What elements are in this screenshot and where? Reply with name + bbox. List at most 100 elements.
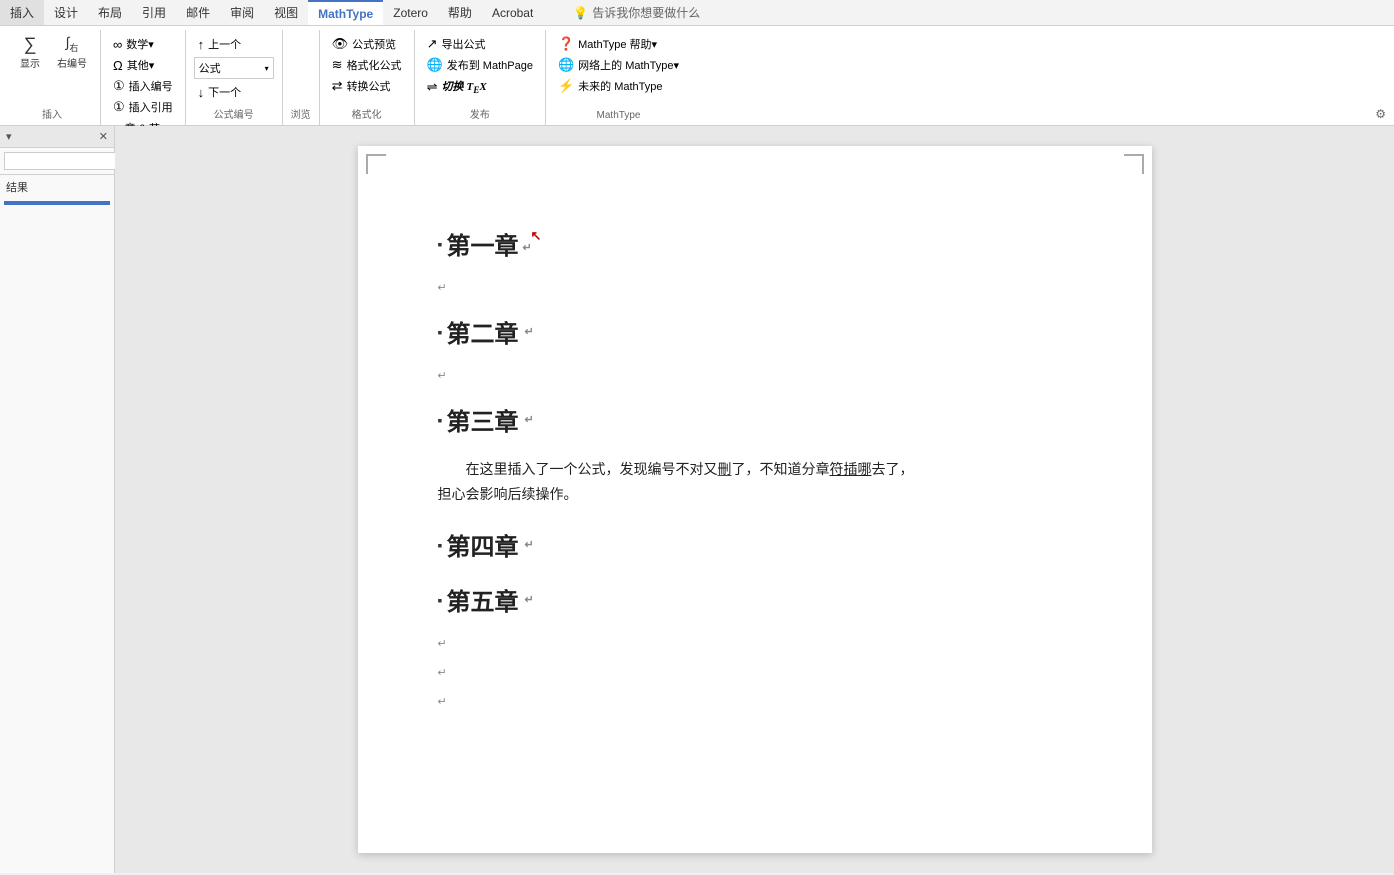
chapter-3-para-mark: ↵ (524, 413, 533, 426)
menu-acrobat[interactable]: Acrobat (482, 0, 543, 25)
other-label: 其他▾ (127, 57, 155, 73)
insert-num-button[interactable]: ① 插入编号 (109, 76, 177, 96)
up-arrow-icon: ↑ (198, 37, 205, 52)
chapter-3-body-text-2: 了，不知道分章 (732, 461, 830, 477)
panel-header-icons: ▾ (6, 130, 12, 143)
formula-dropdown[interactable]: 公式 ▾ (194, 57, 274, 79)
format-icon: ≋ (332, 57, 343, 73)
menu-view[interactable]: 视图 (264, 0, 308, 25)
chapter-1-para-end: ↵ (438, 281, 1072, 294)
menu-review[interactable]: 审阅 (220, 0, 264, 25)
ribbon-col-symbol: ∞ 数学▾ Ω 其他▾ ① 插入编号 ① 插入引用 ≡ 章 & 节▾ (109, 32, 177, 138)
chapter-2-para-end: ↵ (438, 369, 1072, 382)
menu-layout[interactable]: 布局 (88, 0, 132, 25)
display-button[interactable]: ∑ 显示 (12, 32, 48, 73)
ribbon-col-mathtype: ❓ MathType 帮助▾ 🌐 网络上的 MathType▾ ⚡ 未来的 Ma… (554, 32, 683, 96)
math-button[interactable]: ∞ 数学▾ (109, 34, 177, 54)
chapter-3-body: 在这里插入了一个公式，发现编号不对又刪了，不知道分章符插哪去了， 担心会影响后续… (438, 457, 1072, 507)
ribbon-group-format-label: 格式化 (328, 103, 406, 125)
panel-close-icon[interactable]: ✕ (99, 130, 108, 143)
ribbon-group-symbol-content: ∞ 数学▾ Ω 其他▾ ① 插入编号 ① 插入引用 ≡ 章 & 节▾ (109, 32, 177, 138)
format-formula-label: 格式化公式 (347, 57, 402, 73)
cursor-icon: ↖ (530, 228, 541, 244)
chapter-1-cursor-area: ↵ ↖ (522, 230, 531, 258)
chapter-3-heading: 第三章 ↵ (438, 402, 1072, 437)
insert-ref-button[interactable]: ① 插入引用 (109, 97, 177, 117)
convert-formula-label: 转换公式 (347, 78, 391, 94)
display-label: 显示 (20, 55, 40, 70)
ribbon-group-mathtype-label: MathType (554, 107, 683, 125)
online-mathtype-button[interactable]: 🌐 网络上的 MathType▾ (554, 55, 683, 75)
chapter-2-para-mark: ↵ (524, 325, 533, 338)
ribbon-group-formula-num-label: 公式编号 (194, 103, 274, 125)
insert-ref-icon: ① (113, 99, 125, 115)
next-button[interactable]: ↓ 下一个 (194, 82, 274, 102)
left-panel-header: ▾ ✕ (0, 126, 114, 148)
mathtype-help-button[interactable]: ❓ MathType 帮助▾ (554, 34, 683, 54)
formula-dropdown-wrapper: 公式 ▾ (194, 57, 274, 79)
ribbon-group-symbol: ∞ 数学▾ Ω 其他▾ ① 插入编号 ① 插入引用 ≡ 章 & 节▾ (101, 30, 186, 125)
switch-tex-label: 切换 TEX (441, 78, 486, 95)
page-corner-tr (1124, 154, 1144, 174)
ribbon-group-format-content: 👁 公式预览 ≋ 格式化公式 ⇄ 转换公式 (328, 32, 406, 103)
ribbon-group-publish-label: 发布 (423, 103, 537, 125)
ribbon-group-mathtype: ❓ MathType 帮助▾ 🌐 网络上的 MathType▾ ⚡ 未来的 Ma… (546, 30, 691, 125)
chapter-4-title: 第四章 (446, 527, 518, 562)
export-formula-label: 导出公式 (441, 36, 485, 52)
math-icon: ∞ (113, 37, 122, 52)
math-label: 数学▾ (126, 36, 154, 52)
other-button[interactable]: Ω 其他▾ (109, 55, 177, 75)
chapter-2-title: 第二章 (446, 314, 518, 349)
menu-zotero[interactable]: Zotero (383, 0, 438, 25)
eye-icon: 👁 (332, 36, 349, 52)
insert-num-label: 插入编号 (129, 78, 173, 94)
display-icon: ∑ (24, 35, 37, 53)
chapter-5-title: 第五章 (446, 582, 518, 617)
settings-icon[interactable]: ⚙ (1375, 107, 1386, 121)
chapter-3-body-text-3: 去了， (872, 461, 914, 477)
chapter-5-heading: 第五章 ↵ (438, 582, 1072, 617)
ribbon-group-format: 👁 公式预览 ≋ 格式化公式 ⇄ 转换公式 格式化 (320, 30, 415, 125)
result-item[interactable] (4, 201, 110, 205)
menu-insert[interactable]: 插入 (0, 0, 44, 25)
switch-tex-button[interactable]: ⇌ 切换 TEX (423, 76, 537, 97)
right-edit-label: 右编号 (57, 55, 87, 70)
formula-preview-button[interactable]: 👁 公式预览 (328, 34, 406, 54)
next-label: 下一个 (208, 84, 241, 100)
chapter-3-body-text-1: 在这里插入了一个公式，发现编号不对又 (438, 461, 718, 477)
future-mathtype-button[interactable]: ⚡ 未来的 MathType (554, 76, 683, 96)
future-mathtype-label: 未来的 MathType (578, 78, 662, 94)
insert-ref-label: 插入引用 (129, 99, 173, 115)
format-formula-button[interactable]: ≋ 格式化公式 (328, 55, 406, 75)
dropdown-arrow-icon: ▾ (265, 64, 269, 73)
network-icon: 🌐 (558, 57, 574, 73)
formula-dropdown-label: 公式 (199, 60, 221, 76)
export-formula-button[interactable]: ↗ 导出公式 (423, 34, 537, 54)
menu-reference[interactable]: 引用 (132, 0, 176, 25)
menu-mathtype[interactable]: MathType (308, 0, 383, 25)
ribbon-group-publish-content: ↗ 导出公式 🌐 发布到 MathPage ⇌ 切换 TEX (423, 32, 537, 103)
chapter-3-title: 第三章 (446, 402, 518, 437)
chapter-4-para-mark: ↵ (524, 538, 533, 551)
menu-mail[interactable]: 邮件 (176, 0, 220, 25)
doc-area[interactable]: 第一章 ↵ ↖ ↵ 第二章 ↵ ↵ 第三章 ↵ 在这里插入了一个公式，发现编号不… (115, 126, 1394, 873)
online-mathtype-label: 网络上的 MathType▾ (578, 57, 679, 73)
publish-mathpage-button[interactable]: 🌐 发布到 MathPage (423, 55, 537, 75)
menu-design[interactable]: 设计 (44, 0, 88, 25)
ribbon-group-publish: ↗ 导出公式 🌐 发布到 MathPage ⇌ 切换 TEX 发布 (415, 30, 546, 125)
menu-bar: 插入 设计 布局 引用 邮件 审阅 视图 MathType Zotero 帮助 … (0, 0, 1394, 26)
menu-help[interactable]: 帮助 (438, 0, 482, 25)
question-icon: ❓ (558, 36, 574, 52)
panel-collapse-icon[interactable]: ▾ (6, 130, 12, 143)
ribbon-group-insert-label: 插入 (12, 103, 92, 125)
tex-icon: ⇌ (427, 79, 438, 95)
doc-page: 第一章 ↵ ↖ ↵ 第二章 ↵ ↵ 第三章 ↵ 在这里插入了一个公式，发现编号不… (358, 146, 1152, 853)
prev-button[interactable]: ↑ 上一个 (194, 34, 274, 54)
left-panel: ▾ ✕ 🔍 结果 (0, 126, 115, 873)
right-edit-button[interactable]: ∫右 右编号 (52, 32, 92, 73)
menu-tell[interactable]: 💡 告诉我你想要做什么 (563, 0, 710, 25)
convert-formula-button[interactable]: ⇄ 转换公式 (328, 76, 406, 96)
omega-icon: Ω (113, 58, 123, 73)
ribbon: ∑ 显示 ∫右 右编号 插入 ∞ 数学▾ Ω 其他▾ ① (0, 26, 1394, 126)
chapter-5-para-end-2: ↵ (438, 666, 1072, 679)
